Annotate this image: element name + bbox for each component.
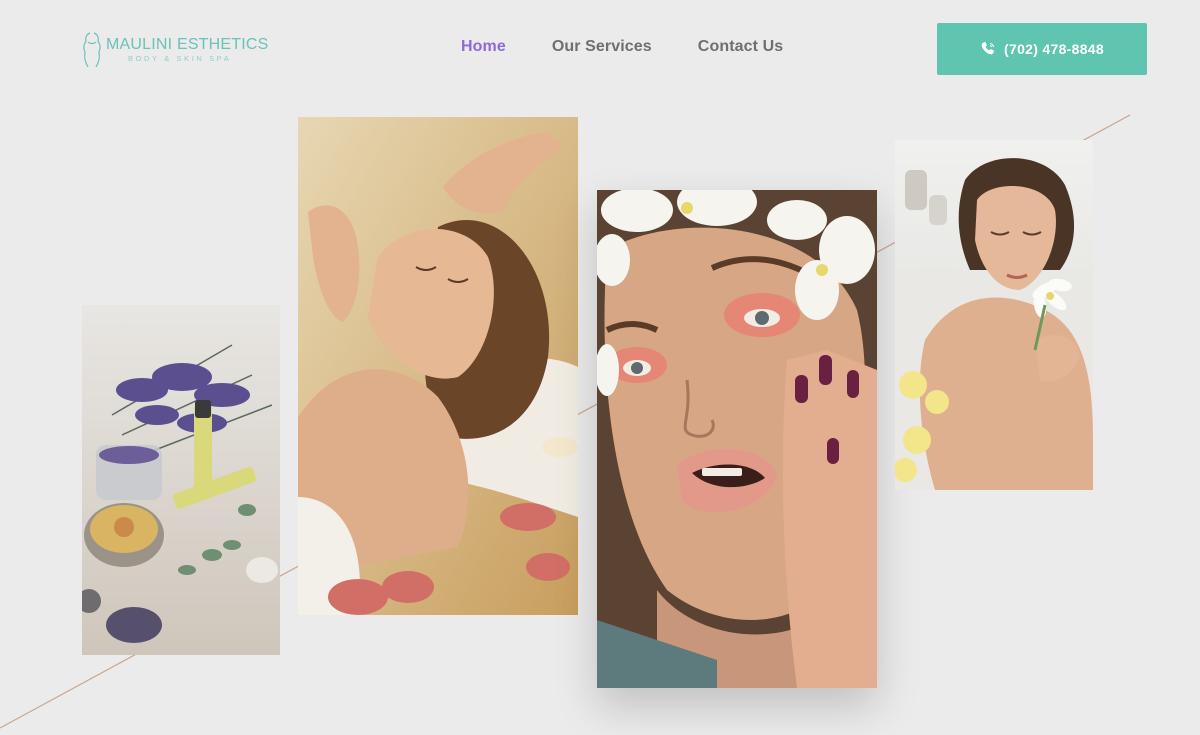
nav-our-services[interactable]: Our Services: [552, 38, 652, 56]
aromatherapy-photo: [82, 305, 280, 655]
main-nav: Home Our Services Contact Us: [461, 38, 783, 56]
facial-massage-photo: [298, 117, 578, 615]
body-silhouette-icon: [83, 32, 101, 68]
makeup-beauty-photo: [597, 190, 877, 688]
phone-number: (702) 478-8848: [1004, 41, 1104, 57]
phone-call-button[interactable]: (702) 478-8848: [937, 23, 1147, 75]
brand-tagline: BODY & SKIN SPA: [128, 54, 232, 64]
nav-contact-us[interactable]: Contact Us: [698, 38, 783, 56]
phone-icon: [981, 42, 995, 55]
nav-home[interactable]: Home: [461, 38, 506, 56]
bath-relaxation-photo: [895, 140, 1093, 490]
brand-name: MAULINI ESTHETICS: [106, 36, 269, 54]
brand-logo[interactable]: MAULINI ESTHETICS BODY & SKIN SPA: [80, 30, 269, 70]
